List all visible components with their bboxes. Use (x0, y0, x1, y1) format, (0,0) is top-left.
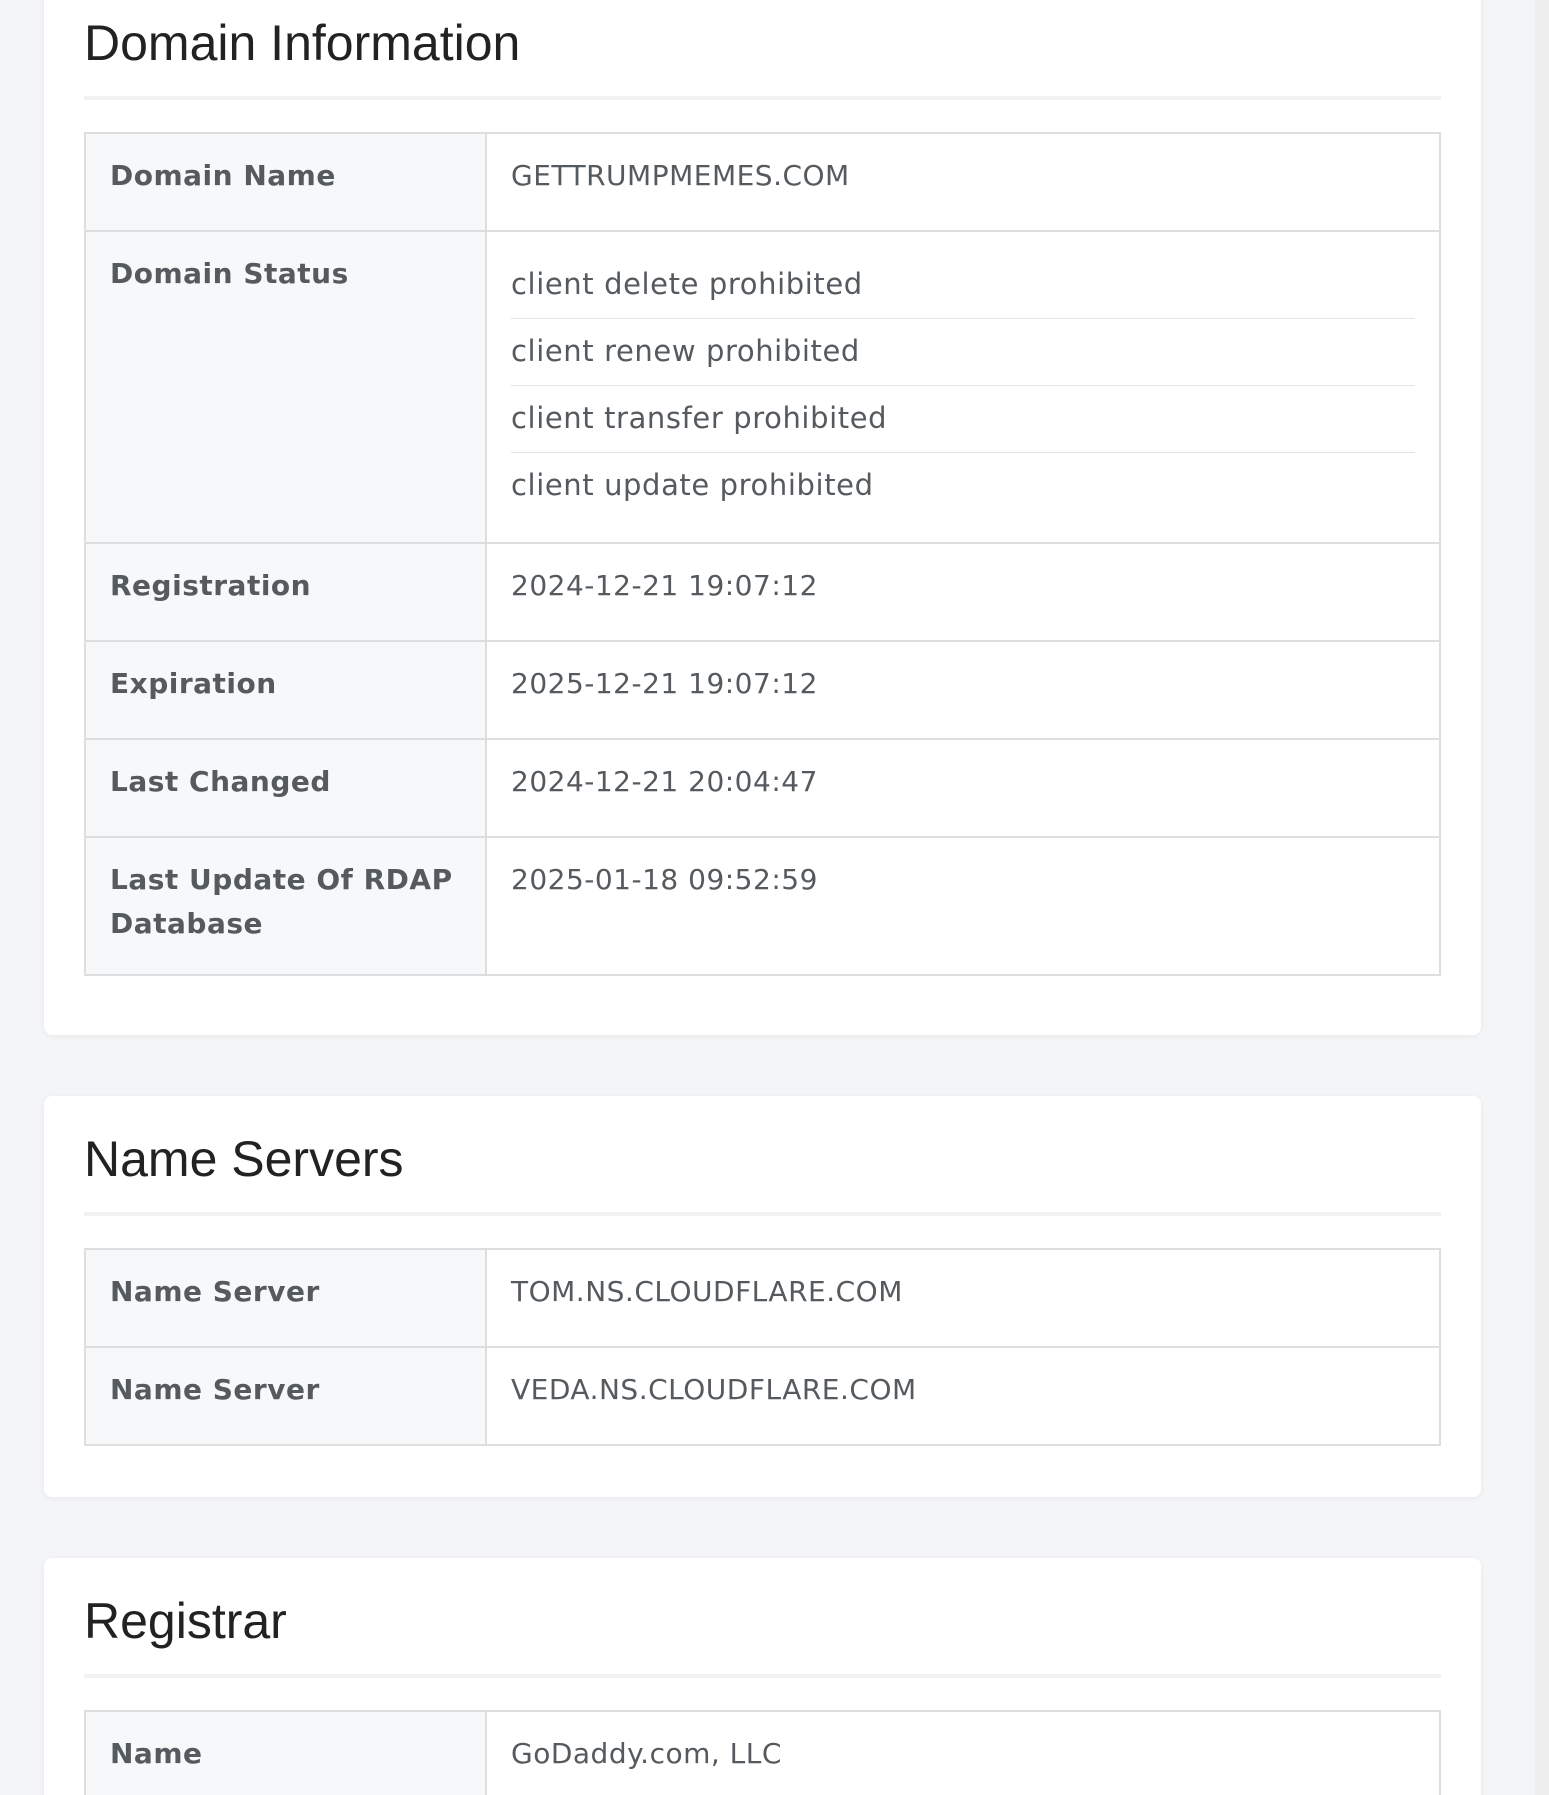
table-row: Last Changed 2024-12-21 20:04:47 (84, 738, 1441, 838)
expiration-value: 2025-12-21 19:07:12 (485, 640, 1441, 740)
table-row: Domain Name GETTRUMPMEMES.COM (84, 132, 1441, 232)
domain-status-label: Domain Status (84, 230, 487, 544)
domain-name-label: Domain Name (84, 132, 487, 232)
list-item: client transfer prohibited (511, 386, 1415, 453)
list-item: client delete prohibited (511, 252, 1415, 319)
domain-name-value: GETTRUMPMEMES.COM (485, 132, 1441, 232)
registrar-table: Name GoDaddy.com, LLC (84, 1710, 1441, 1795)
domain-information-title: Domain Information (84, 0, 1441, 100)
page: Domain Information Domain Name GETTRUMPM… (0, 0, 1549, 1795)
table-row: Expiration 2025-12-21 19:07:12 (84, 640, 1441, 740)
name-server-label: Name Server (84, 1346, 487, 1446)
table-row: Domain Status client delete prohibited c… (84, 230, 1441, 544)
page-scrollbar[interactable] (1535, 0, 1549, 1795)
registrar-title: Registrar (84, 1558, 1441, 1678)
last-update-rdap-value: 2025-01-18 09:52:59 (485, 836, 1441, 976)
last-changed-label: Last Changed (84, 738, 487, 838)
table-row: Name GoDaddy.com, LLC (84, 1710, 1441, 1795)
name-servers-card: Name Servers Name Server TOM.NS.CLOUDFLA… (44, 1096, 1481, 1497)
domain-status-value: client delete prohibited client renew pr… (485, 230, 1441, 544)
last-changed-value: 2024-12-21 20:04:47 (485, 738, 1441, 838)
expiration-label: Expiration (84, 640, 487, 740)
registrar-card: Registrar Name GoDaddy.com, LLC (44, 1558, 1481, 1795)
registration-value: 2024-12-21 19:07:12 (485, 542, 1441, 642)
registration-label: Registration (84, 542, 487, 642)
domain-information-table: Domain Name GETTRUMPMEMES.COM Domain Sta… (84, 132, 1441, 976)
list-item: client update prohibited (511, 468, 874, 502)
table-row: Registration 2024-12-21 19:07:12 (84, 542, 1441, 642)
domain-status-list: client delete prohibited client renew pr… (511, 252, 1415, 519)
table-row: Name Server VEDA.NS.CLOUDFLARE.COM (84, 1346, 1441, 1446)
table-row: Name Server TOM.NS.CLOUDFLARE.COM (84, 1248, 1441, 1348)
list-item: client renew prohibited (511, 319, 1415, 386)
table-row: Last Update Of RDAP Database 2025-01-18 … (84, 836, 1441, 976)
name-server-value: TOM.NS.CLOUDFLARE.COM (485, 1248, 1441, 1348)
last-update-rdap-label: Last Update Of RDAP Database (84, 836, 487, 976)
domain-information-card: Domain Information Domain Name GETTRUMPM… (44, 0, 1481, 1035)
name-servers-title: Name Servers (84, 1096, 1441, 1216)
name-servers-table: Name Server TOM.NS.CLOUDFLARE.COM Name S… (84, 1248, 1441, 1446)
name-server-value: VEDA.NS.CLOUDFLARE.COM (485, 1346, 1441, 1446)
registrar-name-value: GoDaddy.com, LLC (485, 1710, 1441, 1795)
name-server-label: Name Server (84, 1248, 487, 1348)
registrar-name-label: Name (84, 1710, 487, 1795)
